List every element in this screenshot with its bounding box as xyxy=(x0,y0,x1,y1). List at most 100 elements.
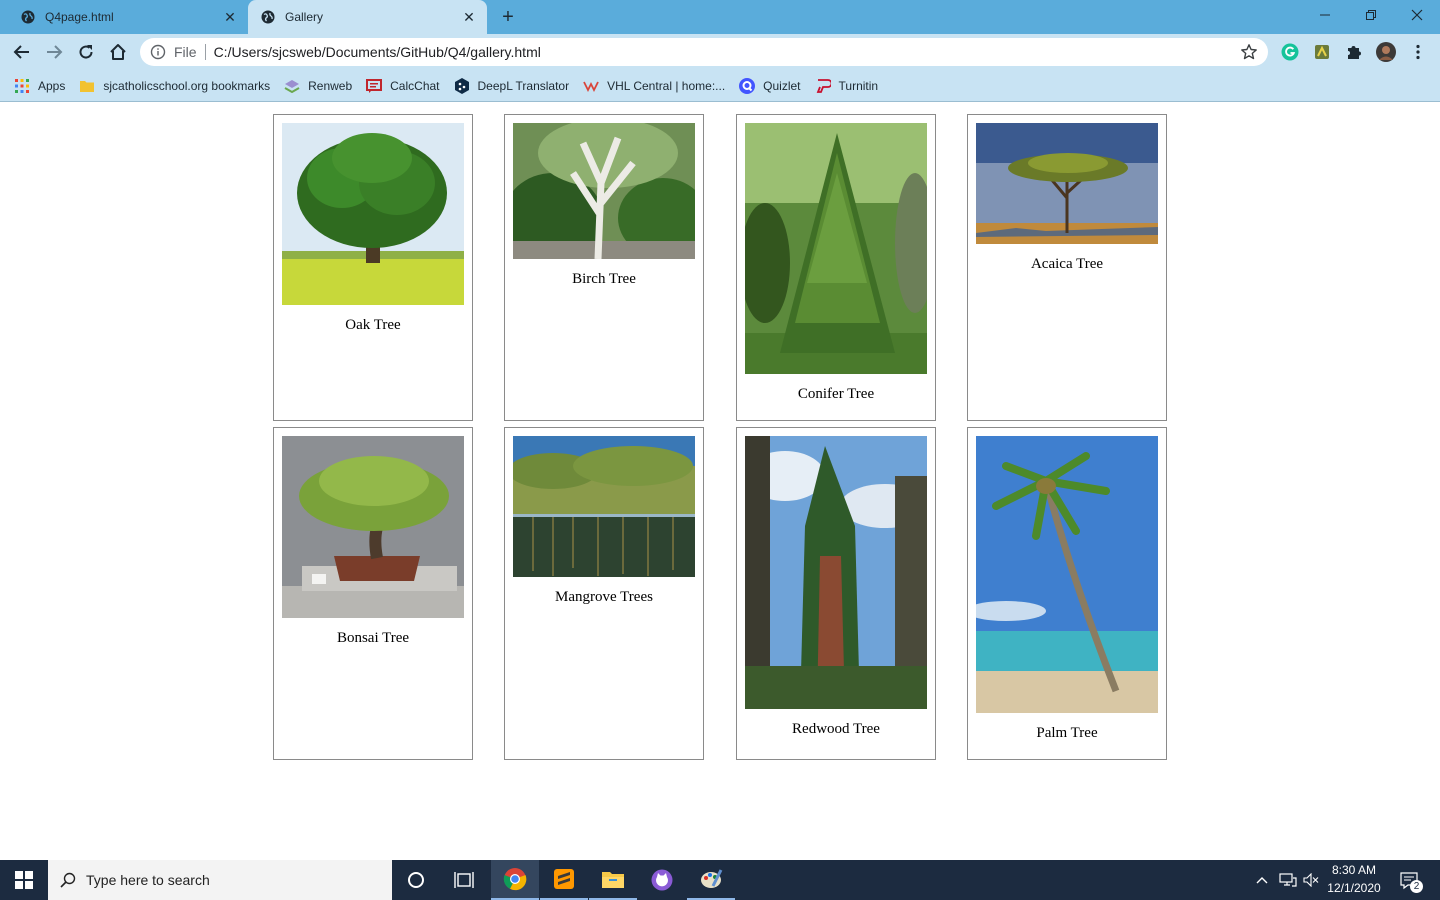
clock-time[interactable]: 8:30 AM xyxy=(1324,863,1384,877)
profile-avatar[interactable] xyxy=(1376,42,1396,62)
bookmark-label: Renweb xyxy=(308,78,353,93)
gallery-card-palm: Palm Tree xyxy=(967,427,1167,760)
sublime-text-icon xyxy=(554,869,574,889)
globe-icon xyxy=(261,10,275,24)
kebab-menu-icon[interactable] xyxy=(1409,43,1427,61)
gallery-card-redwood: Redwood Tree xyxy=(736,427,936,760)
deepl-icon xyxy=(454,77,470,94)
minimize-button[interactable] xyxy=(1302,0,1348,30)
notification-count-badge: 2 xyxy=(1410,880,1423,893)
quizlet-icon xyxy=(739,77,756,94)
folder-icon xyxy=(602,872,624,888)
address-bar[interactable]: File C:/Users/sjcsweb/Documents/GitHub/Q… xyxy=(140,38,1268,66)
search-placeholder: Type here to search xyxy=(86,872,210,888)
browser-titlebar: Q4page.html ✕ Gallery ✕ + xyxy=(0,0,1440,34)
home-icon xyxy=(110,44,126,60)
taskbar-chrome[interactable] xyxy=(491,860,539,900)
info-icon[interactable] xyxy=(150,44,166,60)
gallery-caption: Palm Tree xyxy=(1036,725,1098,741)
close-icon[interactable]: ✕ xyxy=(461,9,477,25)
close-window-button[interactable] xyxy=(1394,0,1440,30)
tray-overflow-chevron-icon[interactable] xyxy=(1252,860,1272,900)
browser-toolbar: File C:/Users/sjcsweb/Documents/GitHub/Q… xyxy=(0,34,1440,70)
calcchat-icon xyxy=(366,78,383,94)
bookmark-label: VHL Central | home:... xyxy=(607,78,726,93)
minimize-icon xyxy=(1320,14,1330,16)
extensions-puzzle-icon[interactable] xyxy=(1345,43,1363,61)
chrome-icon xyxy=(503,868,527,891)
grammarly-extension-icon[interactable] xyxy=(1281,43,1299,61)
gallery-card-mangrove: Mangrove Trees xyxy=(504,427,704,760)
bookmark-folder-sjcatholicschool[interactable]: sjcatholicschool.org bookmarks xyxy=(79,74,270,98)
turnitin-icon xyxy=(815,78,831,94)
close-icon xyxy=(1411,9,1423,21)
taskbar-search-box[interactable]: Type here to search xyxy=(48,860,392,900)
tab-title: Gallery xyxy=(285,10,324,24)
back-button[interactable] xyxy=(10,40,34,64)
tab-gallery[interactable]: Gallery ✕ xyxy=(248,0,487,34)
forward-button[interactable] xyxy=(42,40,66,64)
oak-tree-image xyxy=(282,123,464,305)
paint-palette-icon xyxy=(701,869,723,888)
tab-q4page[interactable]: Q4page.html ✕ xyxy=(8,0,248,34)
bookmark-label: sjcatholicschool.org bookmarks xyxy=(103,78,271,93)
bookmark-turnitin[interactable]: Turnitin xyxy=(815,74,878,98)
bookmark-label: Apps xyxy=(38,78,66,93)
bookmark-vhl-central[interactable]: VHL Central | home:... xyxy=(583,74,725,98)
action-center-button[interactable]: 2 xyxy=(1394,860,1424,900)
task-view-button[interactable] xyxy=(440,860,488,900)
gallery-caption: Mangrove Trees xyxy=(555,589,653,605)
close-icon[interactable]: ✕ xyxy=(222,9,238,25)
conifer-tree-image xyxy=(745,123,927,374)
acacia-tree-image xyxy=(976,123,1158,244)
gallery-caption: Oak Tree xyxy=(345,317,401,333)
taskbar-paint[interactable] xyxy=(687,860,735,900)
windows-taskbar: Type here to search 8:30 AM 12/1/2020 2 xyxy=(0,860,1440,900)
url-text[interactable]: C:/Users/sjcsweb/Documents/GitHub/Q4/gal… xyxy=(214,44,1240,60)
taskbar-sublime-text[interactable] xyxy=(540,860,588,900)
network-icon[interactable] xyxy=(1277,860,1299,900)
tab-title: Q4page.html xyxy=(45,10,114,24)
clock-date[interactable]: 12/1/2020 xyxy=(1324,881,1384,895)
renweb-icon xyxy=(284,78,300,94)
bookmark-quizlet[interactable]: Quizlet xyxy=(739,74,801,98)
extension-icon[interactable] xyxy=(1313,43,1331,61)
bookmark-deepl[interactable]: DeepL Translator xyxy=(454,74,570,98)
gallery-caption: Birch Tree xyxy=(572,271,636,287)
gallery-card-birch: Birch Tree xyxy=(504,114,704,421)
bookmark-calcchat[interactable]: CalcChat xyxy=(366,74,440,98)
taskbar-github-desktop[interactable] xyxy=(638,860,686,900)
restore-icon xyxy=(1366,10,1376,20)
taskbar-file-explorer[interactable] xyxy=(589,860,637,900)
gallery-card-bonsai: Bonsai Tree xyxy=(273,427,473,760)
arrow-right-icon xyxy=(47,45,63,59)
bookmark-renweb[interactable]: Renweb xyxy=(284,74,352,98)
new-tab-button[interactable]: + xyxy=(498,6,518,28)
windows-logo-icon xyxy=(15,871,33,889)
bonsai-tree-image xyxy=(282,436,464,618)
home-button[interactable] xyxy=(106,40,130,64)
gallery-caption: Bonsai Tree xyxy=(336,630,410,646)
gallery-card-oak: Oak Tree xyxy=(273,114,473,421)
cortana-button[interactable] xyxy=(392,860,440,900)
url-separator xyxy=(204,44,206,60)
folder-icon xyxy=(79,78,95,94)
gallery-card-conifer: Conifer Tree xyxy=(736,114,936,421)
gallery-card-acacia: Acaica Tree xyxy=(967,114,1167,421)
url-scheme-label: File xyxy=(174,44,197,60)
bookmark-star-icon[interactable] xyxy=(1240,43,1258,61)
start-button[interactable] xyxy=(0,860,48,900)
volume-muted-icon[interactable] xyxy=(1300,860,1322,900)
reload-icon xyxy=(79,45,93,59)
task-view-icon xyxy=(454,872,474,888)
gallery-caption: Conifer Tree xyxy=(797,386,875,402)
mangrove-trees-image xyxy=(513,436,695,577)
reload-button[interactable] xyxy=(74,40,98,64)
arrow-left-icon xyxy=(13,45,29,59)
gallery-caption: Acaica Tree xyxy=(1030,256,1104,272)
restore-button[interactable] xyxy=(1348,0,1394,30)
search-icon xyxy=(60,872,76,888)
bookmark-apps[interactable]: Apps xyxy=(14,74,65,98)
apps-grid-icon xyxy=(14,78,30,94)
bookmark-label: DeepL Translator xyxy=(477,78,570,93)
